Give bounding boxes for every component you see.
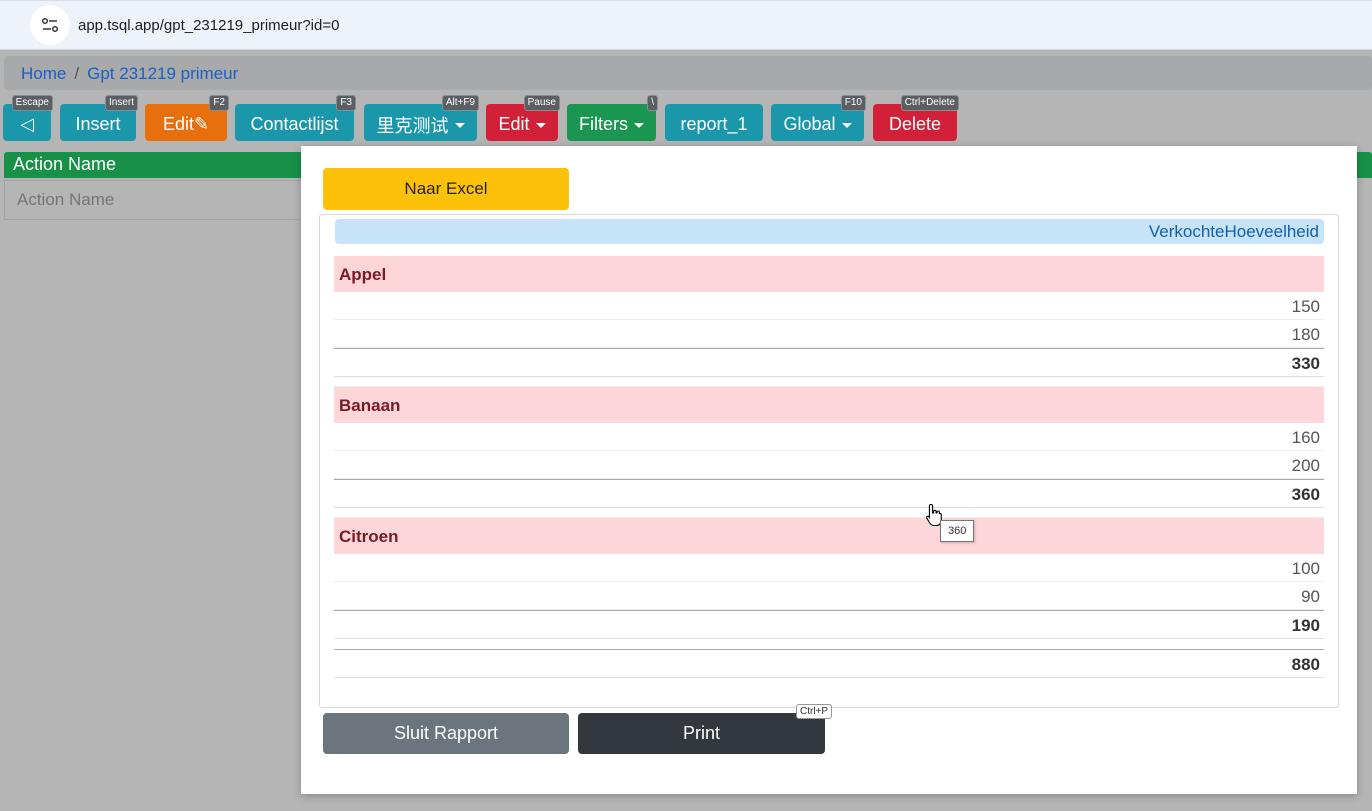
group-header: Citroen [334, 518, 1324, 554]
global-dropdown-button[interactable]: Global F10 [771, 95, 866, 141]
delete-label: Delete [888, 114, 942, 134]
table-row: 150 [334, 292, 1324, 320]
browser-address-bar: app.tsql.app/gpt_231219_primeur?id=0 [0, 0, 1372, 50]
shortcut-badge: Escape [11, 95, 53, 111]
print-button[interactable]: Print [578, 713, 825, 754]
back-button[interactable]: ◁ Escape [3, 95, 53, 141]
table-row: 90 [334, 582, 1324, 610]
contactlijst-button[interactable]: Contactlijst F3 [235, 95, 356, 141]
filters-dropdown-button[interactable]: Filters \ [567, 95, 658, 141]
group-spacer [334, 508, 1324, 518]
table-row: 180 [334, 320, 1324, 348]
back-icon: ◁ [20, 114, 34, 134]
report-rows: Appel 150 180 330 Banaan 160 200 360 Cit… [334, 256, 1324, 678]
group-spacer [334, 377, 1324, 387]
action-name-filter-input[interactable] [4, 180, 302, 220]
global-label: Global [783, 114, 836, 134]
shortcut-badge: \ [647, 95, 658, 111]
caret-down-icon [454, 123, 465, 128]
group-header: Appel [334, 256, 1324, 292]
url-text[interactable]: app.tsql.app/gpt_231219_primeur?id=0 [78, 17, 339, 34]
report-label: report_1 [680, 114, 748, 134]
edit-pen-button[interactable]: Edit✎ F2 [145, 95, 229, 141]
grand-total-row: 880 [334, 649, 1324, 678]
report-button[interactable]: report_1 [665, 104, 763, 141]
column-header[interactable]: VerkochteHoeveelheid [335, 219, 1324, 244]
group-header: Banaan [334, 387, 1324, 423]
shortcut-badge: Ctrl+P [796, 704, 833, 719]
tune-icon[interactable] [30, 5, 70, 45]
close-report-button[interactable]: Sluit Rapport [323, 713, 569, 754]
table-row: 160 [334, 423, 1324, 451]
edit-dropdown-button[interactable]: Edit Pause [486, 95, 560, 141]
edit-pen-label: Edit✎ [162, 114, 210, 134]
group-total-row: 360 [334, 479, 1324, 508]
caret-down-icon [841, 123, 852, 128]
chinese-label: 里克测试 [376, 115, 449, 136]
shortcut-badge: F2 [209, 95, 229, 111]
shortcut-badge: Pause [523, 95, 560, 111]
breadcrumb-home[interactable]: Home [21, 64, 66, 83]
shortcut-badge: Ctrl+Delete [900, 95, 959, 111]
chinese-dropdown-button[interactable]: 里克测试 Alt+F9 [364, 95, 479, 141]
shortcut-badge: F10 [840, 95, 866, 111]
caret-down-icon [634, 123, 644, 128]
group-total-row: 330 [334, 348, 1324, 377]
shortcut-badge: Alt+F9 [441, 95, 479, 111]
shortcut-badge: Insert [104, 95, 138, 111]
report-modal: Naar Excel VerkochteHoeveelheid Appel 15… [301, 146, 1357, 794]
shortcut-badge: F3 [336, 95, 356, 111]
group-total-row: 190 [334, 610, 1324, 639]
report-table: VerkochteHoeveelheid Appel 150 180 330 B… [319, 214, 1339, 708]
table-row: 200 [334, 451, 1324, 479]
export-excel-button[interactable]: Naar Excel [323, 168, 569, 210]
caret-down-icon [535, 123, 546, 128]
cell-tooltip: 360 [940, 520, 975, 542]
filters-label: Filters [579, 114, 628, 134]
insert-button[interactable]: Insert Insert [60, 95, 138, 141]
delete-button[interactable]: Delete Ctrl+Delete [873, 95, 959, 141]
breadcrumb-current[interactable]: Gpt 231219 primeur [87, 64, 238, 83]
breadcrumb: Home / Gpt 231219 primeur [4, 56, 1372, 90]
contactlijst-label: Contactlijst [250, 114, 339, 134]
edit-menu-label: Edit [498, 114, 530, 134]
table-row: 100 [334, 554, 1324, 582]
insert-label: Insert [75, 114, 121, 134]
breadcrumb-separator: / [74, 64, 80, 83]
